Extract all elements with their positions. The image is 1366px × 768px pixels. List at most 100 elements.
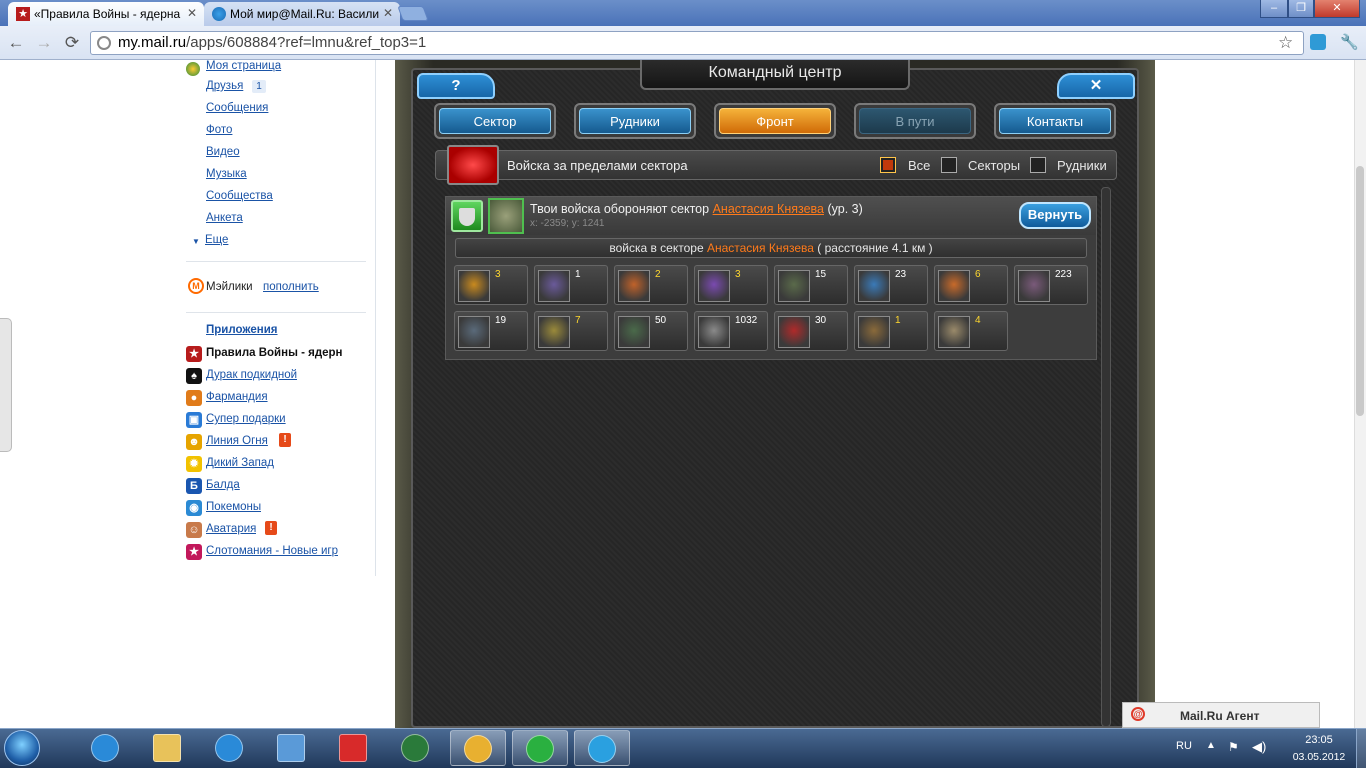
bookmark-star-icon[interactable]: ☆ <box>1278 33 1293 53</box>
return-button[interactable]: Вернуть <box>1019 202 1091 229</box>
taskbar-button[interactable] <box>450 730 506 766</box>
unit-count: 30 <box>815 315 827 326</box>
unit-slot[interactable]: 1 <box>854 311 928 351</box>
app-6-icon: Б <box>186 478 202 494</box>
sub-owner-link[interactable]: Анастасия Князева <box>707 241 814 255</box>
sidebar-app-link[interactable]: Покемоны <box>206 501 261 513</box>
maximize-button[interactable]: ❐ <box>1288 0 1314 18</box>
sidebar-link-more[interactable]: Еще <box>205 234 228 246</box>
page-scrollbar-thumb[interactable] <box>1356 166 1364 416</box>
filter-sectors-checkbox[interactable] <box>941 157 957 173</box>
sidebar-link-photo[interactable]: Фото <box>206 124 232 136</box>
apps-header-link[interactable]: Приложения <box>206 324 278 336</box>
left-panel-toggle[interactable] <box>0 318 12 452</box>
back-button[interactable]: ← <box>5 32 27 54</box>
clock-time[interactable]: 23:05 <box>1292 734 1346 746</box>
sidebar-app-link[interactable]: Супер подарки <box>206 413 286 425</box>
filter-mines-checkbox[interactable] <box>1030 157 1046 173</box>
taskbar-button[interactable] <box>140 730 196 766</box>
wrench-menu-icon[interactable]: 🔧 <box>1340 33 1359 51</box>
unit-slot[interactable]: 4 <box>934 311 1008 351</box>
taskbar-button[interactable] <box>512 730 568 766</box>
unit-count: 223 <box>1055 269 1072 280</box>
unit-slot[interactable]: 2 <box>614 265 688 305</box>
sidebar-link-profile[interactable]: Анкета <box>206 212 243 224</box>
unit-count: 1 <box>895 315 901 326</box>
minimize-button[interactable]: – <box>1260 0 1288 18</box>
page-info-icon[interactable] <box>97 36 111 50</box>
unit-slot[interactable]: 30 <box>774 311 848 351</box>
sidebar-app-link[interactable]: Линия Огня <box>206 435 268 447</box>
unit-slot[interactable]: 23 <box>854 265 928 305</box>
unit-slot[interactable]: 1 <box>534 265 608 305</box>
unit-slot[interactable]: 50 <box>614 311 688 351</box>
tab-sector[interactable]: Сектор <box>434 103 556 139</box>
sector-owner-link[interactable]: Анастасия Князева <box>713 202 824 216</box>
unit-count: 23 <box>895 269 907 280</box>
sidebar-link-my-page[interactable]: Моя страница <box>206 60 281 72</box>
star-favicon-icon: ★ <box>16 7 30 21</box>
sidebar-app-link[interactable]: Дикий Запад <box>206 457 274 469</box>
new-tab-button[interactable] <box>397 6 429 21</box>
taskbar-button[interactable] <box>574 730 630 766</box>
close-panel-button[interactable]: ✕ <box>1057 73 1135 99</box>
taskbar-button[interactable] <box>264 730 320 766</box>
tray-expand-icon[interactable]: ▲ <box>1206 740 1216 751</box>
unit-slot[interactable]: 7 <box>534 311 608 351</box>
filter-all-checkbox[interactable] <box>880 157 896 173</box>
tab-close-icon[interactable]: ✕ <box>383 6 393 20</box>
tab-mines[interactable]: Рудники <box>574 103 696 139</box>
app-0-icon: ★ <box>186 346 202 362</box>
sidebar-app-link[interactable]: Балда <box>206 479 240 491</box>
sidebar-app-link[interactable]: Аватария <box>206 523 256 535</box>
skype-taskbar-icon <box>588 735 616 763</box>
player-avatar[interactable] <box>488 198 524 234</box>
start-button[interactable] <box>4 730 40 766</box>
language-indicator[interactable]: RU <box>1176 740 1192 752</box>
divider <box>186 261 366 262</box>
tab-pravila-voyny[interactable]: ★ «Правила Войны - ядерна ✕ <box>8 2 204 26</box>
mailru-agent-bar[interactable]: @ Mail.Ru Агент <box>1122 702 1320 728</box>
tab-label: Контакты <box>999 108 1111 134</box>
unit-slot[interactable]: 15 <box>774 265 848 305</box>
close-window-button[interactable]: ✕ <box>1314 0 1360 18</box>
unit-count: 50 <box>655 315 667 326</box>
show-desktop-button[interactable] <box>1356 729 1366 768</box>
tab-contacts[interactable]: Контакты <box>994 103 1116 139</box>
taskbar-button[interactable] <box>202 730 258 766</box>
unit-slot[interactable]: 3 <box>694 265 768 305</box>
unit-slot[interactable]: 1032 <box>694 311 768 351</box>
list-scrollbar[interactable] <box>1101 187 1111 727</box>
sidebar-link-communities[interactable]: Сообщества <box>206 190 273 202</box>
clock-date[interactable]: 03.05.2012 <box>1284 751 1354 763</box>
unit-slot[interactable]: 3 <box>454 265 528 305</box>
reload-button[interactable]: ⟳ <box>61 32 83 54</box>
sidebar-app-link[interactable]: Дурак подкидной <box>206 369 297 381</box>
unit-slot[interactable]: 19 <box>454 311 528 351</box>
unit-slot[interactable]: 223 <box>1014 265 1088 305</box>
sidebar-link-video[interactable]: Видео <box>206 146 240 158</box>
help-button[interactable]: ? <box>417 73 495 99</box>
sidebar-link-friends[interactable]: Друзья <box>206 80 243 92</box>
sidebar-link-music[interactable]: Музыка <box>206 168 247 180</box>
flag-icon[interactable]: ⚑ <box>1228 740 1239 754</box>
unit-slot[interactable]: 6 <box>934 265 1008 305</box>
taskbar-button[interactable] <box>326 730 382 766</box>
sidebar-app-link[interactable]: Фармандия <box>206 391 268 403</box>
tab-close-icon[interactable]: ✕ <box>187 6 197 20</box>
volume-icon[interactable]: ◀) <box>1252 739 1266 755</box>
skype-extension-icon[interactable] <box>1310 34 1326 50</box>
mailiki-topup-link[interactable]: пополнить <box>263 281 319 293</box>
sidebar-app-link[interactable]: Слотомания - Новые игр <box>206 545 338 557</box>
unit-image <box>778 316 810 348</box>
sidebar-app-link[interactable]: Правила Войны - ядерн <box>206 347 342 359</box>
unit-image <box>618 316 650 348</box>
tab-moy-mir[interactable]: Мой мир@Mail.Ru: Васили ✕ <box>204 2 400 26</box>
sidebar-link-messages[interactable]: Сообщения <box>206 102 268 114</box>
unit-count: 2 <box>655 269 661 280</box>
taskbar-button[interactable] <box>388 730 444 766</box>
app-3-icon: ▣ <box>186 412 202 428</box>
forward-button[interactable]: → <box>33 32 55 54</box>
taskbar-button[interactable] <box>78 730 134 766</box>
tab-front[interactable]: Фронт <box>714 103 836 139</box>
